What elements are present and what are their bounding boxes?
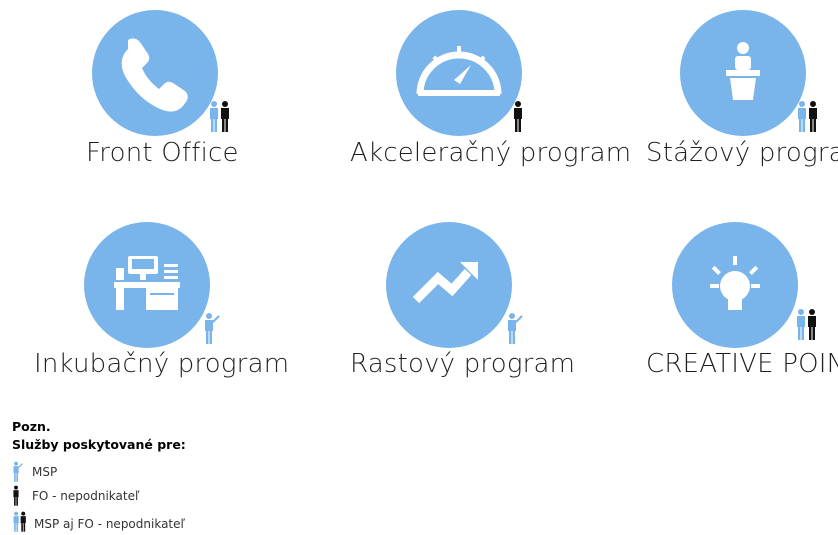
phone-icon xyxy=(92,10,218,136)
msp-fo-icon xyxy=(795,308,819,346)
msp-icon xyxy=(203,312,221,350)
speedometer-icon xyxy=(396,10,522,136)
service-label: Front Office xyxy=(86,138,239,168)
growth-arrow-icon xyxy=(386,222,512,348)
service-label: Stážový program xyxy=(646,138,838,168)
service-label: CREATIVE POINT xyxy=(646,349,838,379)
office-desk-icon xyxy=(84,222,210,348)
speaker-podium-icon xyxy=(680,10,806,136)
note-subtitle: Služby poskytované pre: xyxy=(12,437,186,452)
msp-fo-icon xyxy=(13,511,26,532)
msp-fo-icon xyxy=(796,100,820,138)
legend-label: MSP xyxy=(32,465,58,479)
lightbulb-icon xyxy=(672,222,798,348)
service-label: Inkubačný program xyxy=(34,349,290,379)
note-title: Pozn. xyxy=(12,419,51,434)
service-label: Akceleračný program xyxy=(350,138,632,168)
fo-icon xyxy=(512,100,524,138)
note: Pozn. Služby poskytované pre: xyxy=(12,418,186,454)
msp-fo-icon xyxy=(208,100,232,138)
legend-label: MSP aj FO - nepodnikateľ xyxy=(34,517,186,531)
service-label: Rastový program xyxy=(350,349,576,379)
msp-icon xyxy=(13,461,23,482)
legend-label: FO - nepodnikateľ xyxy=(32,489,140,503)
msp-icon xyxy=(506,312,524,350)
fo-icon xyxy=(13,485,19,506)
